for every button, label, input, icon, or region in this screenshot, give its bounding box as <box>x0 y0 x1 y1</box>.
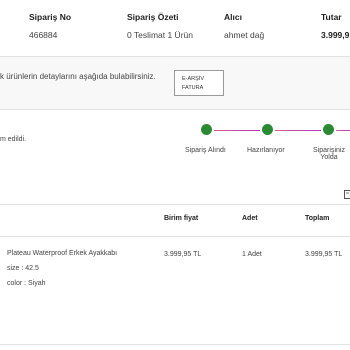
order-no-header: Sipariş No <box>29 12 72 22</box>
tracking-status-text: m edildi. <box>0 136 27 143</box>
edit-icon[interactable] <box>344 187 350 199</box>
step-preparing-label: Hazırlanıyor <box>247 147 285 154</box>
recipient-header: Alıcı <box>224 12 242 22</box>
step-shipping-label: Siparişiniz Yolda <box>312 147 346 161</box>
progress-line-2 <box>275 130 321 131</box>
order-summary-value: 0 Teslimat 1 Ürün <box>127 30 193 40</box>
unit-price-header: Birim fiyat <box>164 215 199 222</box>
quantity-value: 1 Adet <box>242 251 262 258</box>
product-color: color : Siyah <box>7 280 46 287</box>
table-top-divider <box>0 204 350 205</box>
order-summary-header: Sipariş Özeti <box>127 12 179 22</box>
unit-price-value: 3.999,95 TL <box>164 251 202 258</box>
progress-line-1 <box>214 130 260 131</box>
product-name[interactable]: Plateau Waterproof Erkek Ayakkabı <box>7 250 117 257</box>
step-received-dot <box>201 124 212 135</box>
step-shipping-dot <box>323 124 334 135</box>
product-size: size : 42.5 <box>7 265 39 272</box>
invoice-label: FATURA <box>182 85 204 91</box>
row-total-value: 3.999,95 TL <box>305 251 343 258</box>
progress-line-3 <box>336 130 350 131</box>
table-bottom-divider <box>0 344 350 345</box>
step-received-label: Sipariş Alındı <box>185 147 226 154</box>
e-archive-label: E-ARŞİV <box>182 76 205 82</box>
total-header: Tutar <box>321 12 342 22</box>
table-header-divider <box>0 236 350 237</box>
step-preparing-dot <box>262 124 273 135</box>
order-no-value: 466884 <box>29 30 58 40</box>
quantity-header: Adet <box>242 215 258 222</box>
info-band-text: k ürünlerin detaylarını aşağıda bulabili… <box>0 72 156 81</box>
total-value: 3.999,9 <box>321 30 350 40</box>
total-column-header: Toplam <box>305 215 330 222</box>
e-archive-invoice-button[interactable]: E-ARŞİV FATURA <box>174 70 224 96</box>
step-shipping-label-line2: Yolda <box>320 154 338 161</box>
step-shipping-label-line1: Siparişiniz <box>313 147 345 154</box>
recipient-value: ahmet dağ <box>224 30 265 40</box>
